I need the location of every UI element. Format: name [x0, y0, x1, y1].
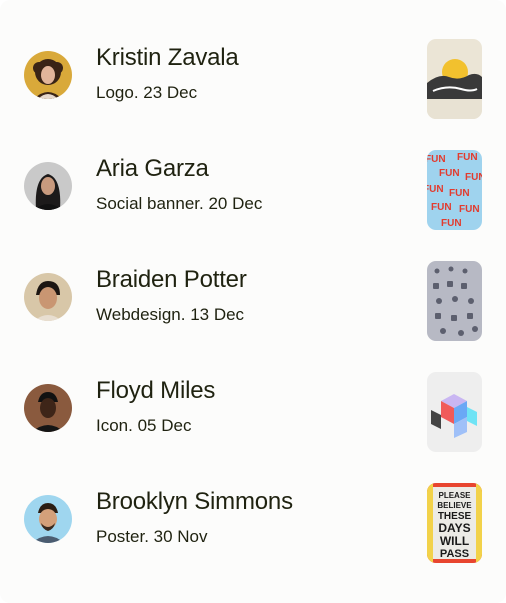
avatar	[24, 273, 72, 321]
activity-list-card: Kristin Zavala Logo. 23 Dec Aria Garza S…	[0, 0, 506, 603]
avatar-portrait-icon	[24, 384, 72, 432]
avatar-portrait-icon	[24, 273, 72, 321]
item-meta: Icon. 05 Dec	[96, 416, 192, 435]
avatar-portrait-icon	[24, 51, 72, 99]
avatar-portrait-icon	[24, 495, 72, 543]
svg-text:BELIEVE: BELIEVE	[437, 501, 472, 510]
avatar	[24, 162, 72, 210]
svg-text:FUN: FUN	[459, 204, 480, 215]
user-name[interactable]: Kristin Zavala	[96, 44, 239, 72]
svg-text:FUN: FUN	[439, 168, 460, 179]
user-name[interactable]: Aria Garza	[96, 155, 209, 183]
item-meta: Poster. 30 Nov	[96, 527, 208, 546]
user-name[interactable]: Floyd Miles	[96, 377, 215, 405]
list-item[interactable]: Aria Garza Social banner. 20 Dec FUN FUN…	[0, 129, 506, 240]
svg-text:FUN: FUN	[457, 152, 478, 163]
user-name[interactable]: Brooklyn Simmons	[96, 488, 293, 516]
user-name[interactable]: Braiden Potter	[96, 266, 247, 294]
svg-text:PASS: PASS	[440, 548, 469, 560]
svg-text:DAYS: DAYS	[438, 521, 470, 535]
svg-text:WILL: WILL	[440, 534, 469, 548]
icon-thumbnail[interactable]	[427, 372, 482, 452]
item-meta: Webdesign. 13 Dec	[96, 305, 245, 324]
svg-text:PLEASE: PLEASE	[438, 491, 471, 500]
svg-text:FUN: FUN	[431, 202, 452, 213]
list-item[interactable]: Brooklyn Simmons Poster. 30 Nov PLEASE B…	[0, 462, 506, 573]
svg-text:FUN: FUN	[465, 172, 482, 183]
item-meta: Logo. 23 Dec	[96, 83, 198, 102]
webdesign-thumbnail[interactable]	[427, 261, 482, 341]
svg-text:FUN: FUN	[449, 188, 470, 199]
list-item[interactable]: Braiden Potter Webdesign. 13 Dec	[0, 240, 506, 351]
avatar	[24, 51, 72, 99]
avatar	[24, 384, 72, 432]
avatar	[24, 495, 72, 543]
list-item[interactable]: Kristin Zavala Logo. 23 Dec	[0, 18, 506, 129]
logo-thumbnail[interactable]	[427, 39, 482, 119]
item-meta: Social banner. 20 Dec	[96, 194, 263, 213]
svg-text:FUN: FUN	[427, 184, 444, 195]
svg-text:FUN: FUN	[441, 218, 462, 229]
avatar-portrait-icon	[24, 162, 72, 210]
svg-text:FUN: FUN	[427, 154, 446, 165]
social-banner-thumbnail[interactable]: FUN FUN FUN FUN FUN FUN FUN FUN FUN	[427, 150, 482, 230]
list-item[interactable]: Floyd Miles Icon. 05 Dec	[0, 351, 506, 462]
poster-thumbnail[interactable]: PLEASE BELIEVE THESE DAYS WILL PASS	[427, 483, 482, 563]
